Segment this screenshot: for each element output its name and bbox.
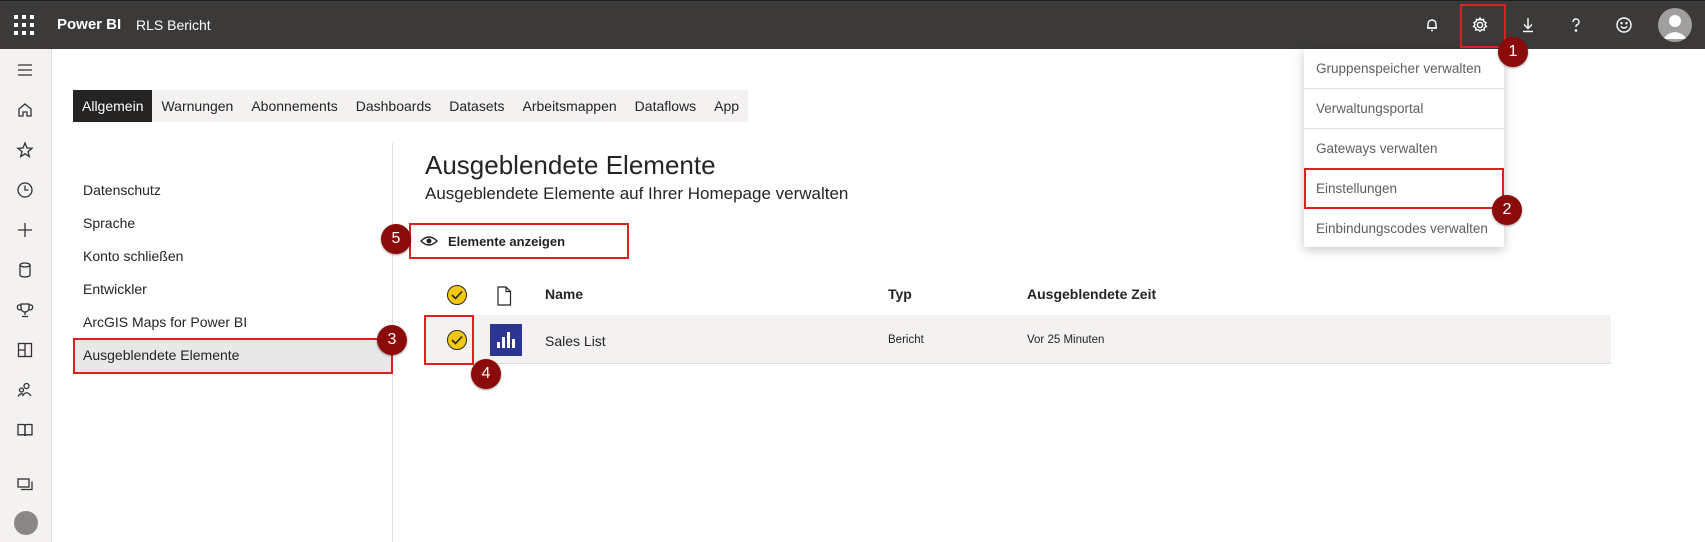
row-name[interactable]: Sales List [545, 333, 606, 349]
report-icon [490, 324, 522, 356]
column-header-type[interactable]: Typ [888, 286, 912, 302]
settings-tabs: Allgemein Warnungen Abonnements Dashboar… [73, 90, 749, 122]
dashboard-icon[interactable] [13, 338, 37, 362]
database-icon[interactable] [13, 258, 37, 282]
sidenav-item-konto[interactable]: Konto schließen [83, 248, 183, 264]
home-icon[interactable] [13, 98, 37, 122]
sidenav-item-arcgis[interactable]: ArcGIS Maps for Power BI [83, 314, 247, 330]
top-bar: Power BI RLS Bericht [0, 0, 1705, 49]
annotation-badge-5: 5 [381, 224, 411, 254]
menu-item-gateways[interactable]: Gateways verwalten [1304, 129, 1504, 169]
menu-item-settings[interactable]: Einstellungen [1304, 169, 1504, 209]
menu-item-embed-codes[interactable]: Einbindungscodes verwalten [1304, 209, 1504, 249]
show-elements-button[interactable]: Elemente anzeigen [410, 224, 628, 258]
tab-arbeitsmappen[interactable]: Arbeitsmappen [513, 90, 626, 122]
clock-icon[interactable] [13, 178, 37, 202]
user-avatar[interactable] [1658, 8, 1692, 42]
smiley-icon[interactable] [1610, 11, 1638, 39]
select-all-checkbox[interactable] [447, 285, 467, 305]
workspaces-icon[interactable] [13, 472, 37, 496]
tab-dashboards[interactable]: Dashboards [346, 90, 441, 122]
menu-item-group-storage[interactable]: Gruppenspeicher verwalten [1304, 49, 1504, 89]
account-icon[interactable] [14, 511, 38, 535]
sidenav-item-datenschutz[interactable]: Datenschutz [83, 182, 161, 198]
file-icon [497, 286, 512, 306]
show-elements-label: Elemente anzeigen [448, 233, 566, 249]
tab-allgemein[interactable]: Allgemein [73, 90, 153, 122]
page-title: Ausgeblendete Elemente [425, 150, 716, 180]
waffle-icon[interactable] [14, 15, 34, 35]
plus-icon[interactable] [13, 218, 37, 242]
checkmark-icon [451, 290, 463, 300]
left-rail [0, 49, 52, 542]
gear-icon[interactable] [1466, 11, 1494, 39]
tab-app[interactable]: App [705, 90, 749, 122]
annotation-badge-2: 2 [1492, 195, 1522, 225]
download-icon[interactable] [1514, 11, 1542, 39]
settings-menu: Gruppenspeicher verwalten Verwaltungspor… [1304, 49, 1504, 247]
checkmark-icon [451, 335, 463, 345]
star-icon[interactable] [13, 138, 37, 162]
tab-datasets[interactable]: Datasets [440, 90, 514, 122]
trophy-icon[interactable] [13, 298, 37, 322]
annotation-badge-1: 1 [1498, 37, 1528, 67]
hamburger-icon[interactable] [13, 58, 37, 82]
tab-abonnements[interactable]: Abonnements [242, 90, 347, 122]
column-header-hidden-time[interactable]: Ausgeblendete Zeit [1027, 286, 1156, 302]
row-checkbox[interactable] [447, 330, 467, 350]
eye-icon [420, 236, 438, 246]
bell-icon[interactable] [1418, 11, 1446, 39]
brand-name[interactable]: Power BI [57, 16, 121, 33]
people-icon[interactable] [13, 378, 37, 402]
annotation-badge-4: 4 [471, 359, 501, 389]
sidenav-item-sprache[interactable]: Sprache [83, 215, 135, 231]
row-hidden-time: Vor 25 Minuten [1027, 334, 1105, 346]
sidenav-item-entwickler[interactable]: Entwickler [83, 281, 147, 297]
sidenav-item-hidden-elements[interactable]: Ausgeblendete Elemente [83, 347, 239, 363]
help-icon[interactable] [1562, 11, 1590, 39]
report-name[interactable]: RLS Bericht [136, 17, 211, 33]
annotation-badge-3: 3 [377, 325, 407, 355]
row-type: Bericht [888, 334, 924, 346]
page-subtitle: Ausgeblendete Elemente auf Ihrer Homepag… [425, 184, 849, 203]
tab-warnungen[interactable]: Warnungen [152, 90, 243, 122]
tab-dataflows[interactable]: Dataflows [625, 90, 706, 122]
column-header-name[interactable]: Name [545, 286, 583, 302]
book-icon[interactable] [13, 418, 37, 442]
menu-item-admin-portal[interactable]: Verwaltungsportal [1304, 89, 1504, 129]
